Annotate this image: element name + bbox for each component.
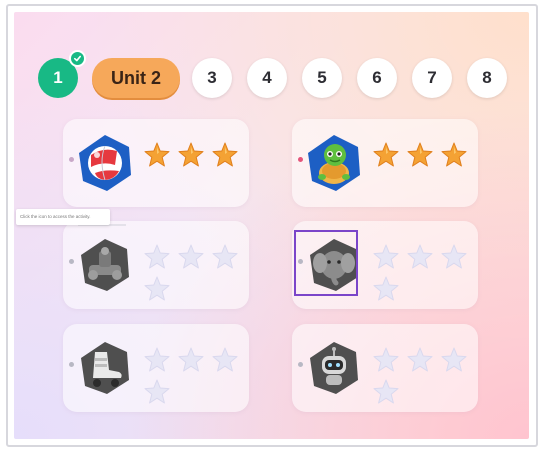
star-empty-icon [143, 378, 171, 406]
selection-highlight [294, 230, 358, 296]
unit-7-label: 7 [427, 68, 437, 87]
robot-icon[interactable] [306, 338, 362, 398]
star-empty-icon [440, 243, 468, 271]
star-empty-icon [372, 378, 400, 406]
unit-3-button[interactable]: 3 [192, 58, 232, 98]
star-empty-icon [211, 346, 239, 374]
star-empty-icon [440, 346, 468, 374]
star-empty-icon [406, 243, 434, 271]
turtle-icon[interactable] [306, 133, 362, 193]
star-empty-icon [372, 243, 400, 271]
activity-tooltip: Click the icon to access the activity. [16, 209, 110, 225]
unit-5-label: 5 [317, 68, 327, 87]
unit-3-label: 3 [207, 68, 217, 87]
star-filled-icon [440, 141, 468, 169]
unit-7-button[interactable]: 7 [412, 58, 452, 98]
unit-2-label: Unit 2 [110, 67, 161, 88]
unit-1-label: 1 [53, 68, 63, 87]
card-dot [69, 362, 74, 367]
unit-6-button[interactable]: 6 [357, 58, 397, 98]
unit-2-button[interactable]: Unit 2 [92, 58, 180, 98]
activity-window: 1 Unit 2 3 4 5 6 7 8 Click the icon to a… [6, 4, 538, 447]
unit-1-button[interactable]: 1 [38, 50, 86, 98]
star-filled-icon [143, 141, 171, 169]
check-icon [69, 50, 86, 67]
star-filled-icon [372, 141, 400, 169]
unit-5-button[interactable]: 5 [302, 58, 342, 98]
star-empty-icon [143, 243, 171, 271]
star-empty-icon [406, 346, 434, 374]
roller-skate-icon[interactable] [77, 338, 133, 398]
activity-card-1[interactable] [63, 119, 249, 207]
activity-card-2[interactable] [292, 119, 478, 207]
unit-8-label: 8 [482, 68, 492, 87]
unit-4-label: 4 [262, 68, 272, 87]
activity-card-3[interactable] [63, 221, 249, 309]
card-dot [298, 362, 303, 367]
star-empty-icon [177, 346, 205, 374]
activity-card-6[interactable] [292, 324, 478, 412]
star-filled-icon [177, 141, 205, 169]
star-empty-icon [372, 275, 400, 303]
robot-arm-icon[interactable] [77, 235, 133, 295]
card-dot [69, 259, 74, 264]
unit-4-button[interactable]: 4 [247, 58, 287, 98]
card-dot [298, 157, 303, 162]
card-dot [69, 157, 74, 162]
activity-card-5[interactable] [63, 324, 249, 412]
beach-ball-icon[interactable] [77, 133, 133, 193]
star-filled-icon [211, 141, 239, 169]
star-empty-icon [211, 243, 239, 271]
star-empty-icon [372, 346, 400, 374]
star-empty-icon [143, 346, 171, 374]
star-empty-icon [177, 243, 205, 271]
star-empty-icon [143, 275, 171, 303]
unit-6-label: 6 [372, 68, 382, 87]
star-filled-icon [406, 141, 434, 169]
unit-8-button[interactable]: 8 [467, 58, 507, 98]
